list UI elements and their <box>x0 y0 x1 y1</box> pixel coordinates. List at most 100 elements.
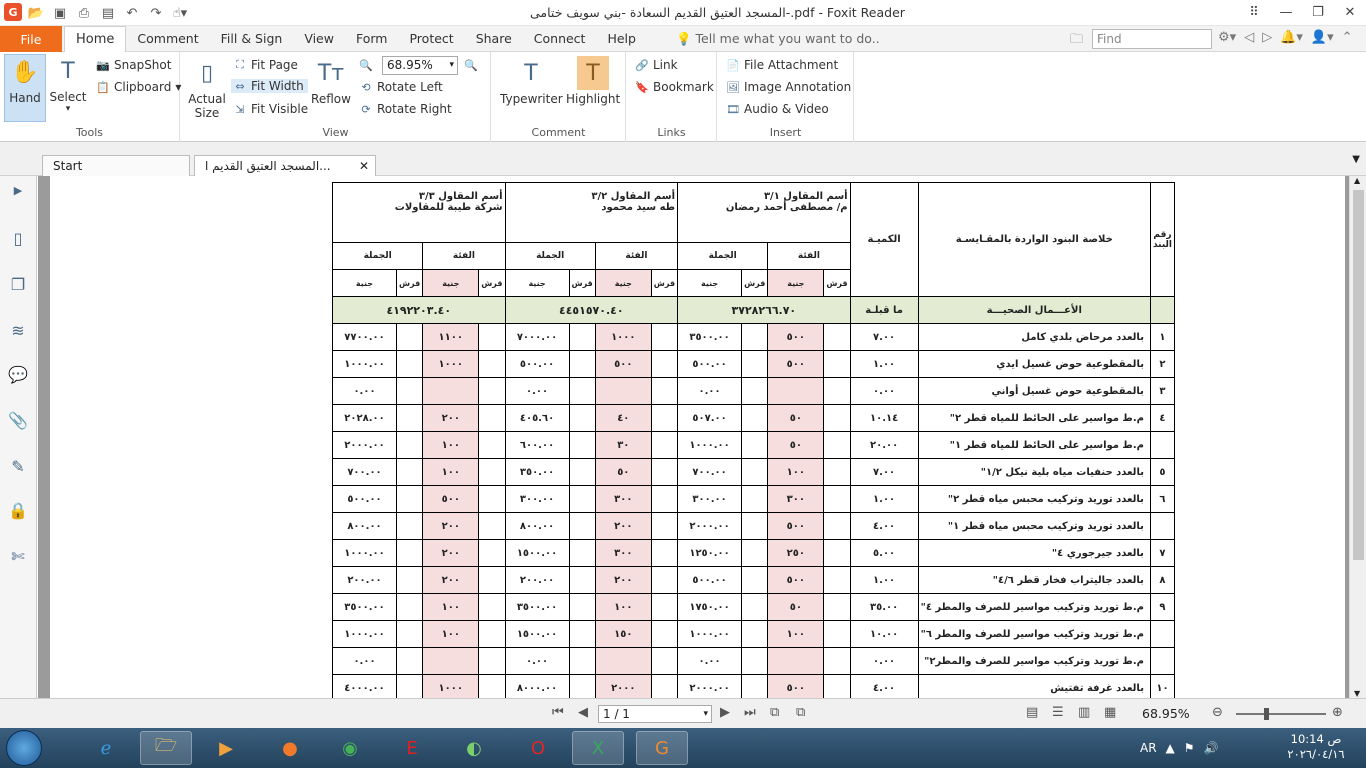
pages-icon[interactable]: ❐ <box>8 274 28 294</box>
file-attachment-button[interactable]: 📄 File Attachment <box>726 58 838 72</box>
zoom-select[interactable]: 68.95% ▾ <box>382 56 458 75</box>
network-icon[interactable]: ⚑ <box>1184 741 1195 755</box>
link-button[interactable]: 🔗 Link <box>635 58 677 72</box>
fit-page-button[interactable]: ⛶ Fit Page <box>233 58 298 72</box>
open-icon[interactable]: 📂 <box>26 3 46 23</box>
typewriter-button[interactable]: T Typewriter <box>500 56 563 116</box>
highlight-button[interactable]: T Highlight <box>566 56 620 116</box>
tab-fill-sign[interactable]: Fill & Sign <box>210 26 294 52</box>
audio-video-button[interactable]: 🎞 Audio & Video <box>726 102 829 116</box>
volume-icon[interactable]: 🔊 <box>1204 741 1219 755</box>
tab-help[interactable]: Help <box>596 26 647 52</box>
tab-home[interactable]: Home <box>64 26 127 53</box>
tab-share[interactable]: Share <box>465 26 523 52</box>
maximize-button[interactable]: ❐ <box>1302 0 1334 24</box>
previous-view-icon[interactable]: ⧉ <box>770 705 779 720</box>
fit-visible-button[interactable]: ⇲ Fit Visible <box>233 102 308 116</box>
close-tab-icon[interactable]: ✕ <box>359 156 369 176</box>
next-view-icon[interactable]: ⧉ <box>796 705 805 720</box>
print-icon[interactable]: ⎙ <box>74 3 94 23</box>
first-page-icon[interactable]: ⏮ <box>552 705 564 720</box>
zoom-in-button[interactable]: 🔍 <box>464 58 478 72</box>
signatures-icon[interactable]: ✎ <box>8 456 28 476</box>
language-indicator[interactable]: AR <box>1140 741 1157 755</box>
grid-icon[interactable]: ⠿ <box>1238 0 1270 24</box>
hand-dropdown-icon[interactable]: ☝▾ <box>170 3 190 23</box>
user-icon[interactable]: 👤▾ <box>1311 30 1334 45</box>
internet-explorer-icon[interactable]: ℯ <box>80 731 132 765</box>
tab-list-chevron-icon[interactable]: ▼ <box>1352 154 1360 165</box>
find-input[interactable]: Find <box>1092 29 1212 49</box>
opera-icon[interactable]: O <box>512 731 564 765</box>
settings-icon[interactable]: ⚙▾ <box>1218 30 1236 45</box>
tab-connect[interactable]: Connect <box>523 26 597 52</box>
tab-protect[interactable]: Protect <box>398 26 464 52</box>
tab-form[interactable]: Form <box>345 26 399 52</box>
tab-start[interactable]: Start <box>42 155 190 176</box>
select-button[interactable]: T Select ▾ <box>48 54 88 122</box>
page-number-input[interactable]: 1 / 1 ▾ <box>598 705 712 723</box>
rotate-left-button[interactable]: ⟲ Rotate Left <box>359 80 442 94</box>
tab-comment[interactable]: Comment <box>126 26 209 52</box>
minimize-button[interactable]: — <box>1270 0 1302 24</box>
bookmarks-icon[interactable]: ▯ <box>8 228 28 248</box>
security-lock-icon[interactable]: 🔒 <box>8 500 28 520</box>
chrome-icon[interactable]: ◉ <box>324 731 376 765</box>
document-view[interactable]: أسم المقاول ٣/٣ شركة طيبة للمقاولات أسم … <box>38 176 1349 698</box>
bookmark-button[interactable]: 🔖 Bookmark <box>635 80 714 94</box>
prev-result-icon[interactable]: ◁ <box>1244 30 1254 45</box>
reflow-button[interactable]: Tт Reflow <box>311 56 351 126</box>
close-button[interactable]: ✕ <box>1334 0 1366 24</box>
image-annotation-button[interactable]: 🖼 Image Annotation <box>726 80 851 94</box>
zoom-slider-thumb[interactable] <box>1264 708 1269 720</box>
properties-icon[interactable]: ▤ <box>98 3 118 23</box>
globe-app-icon[interactable]: ◐ <box>448 731 500 765</box>
bell-icon[interactable]: 🔔▾ <box>1280 30 1303 45</box>
expand-panel-icon[interactable]: ▶ <box>8 180 28 200</box>
clock[interactable]: 10:14 ص ٢٠٢٦/٠٤/١٦ <box>1286 732 1346 762</box>
file-tab[interactable]: File <box>0 26 62 52</box>
tab-view[interactable]: View <box>293 26 345 52</box>
attachments-icon[interactable]: 📎 <box>8 410 28 430</box>
scroll-up-icon[interactable]: ▲ <box>1354 176 1360 185</box>
next-result-icon[interactable]: ▷ <box>1262 30 1272 45</box>
single-page-icon[interactable]: ▤ <box>1026 705 1038 720</box>
layers-icon[interactable]: ≋ <box>8 320 28 340</box>
continuous-icon[interactable]: ☰ <box>1052 705 1064 720</box>
tray-arrow-icon[interactable]: ▲ <box>1166 741 1175 755</box>
fit-width-button[interactable]: ⇔ Fit Width <box>231 79 308 93</box>
snapshot-button[interactable]: 📷 SnapShot <box>96 58 171 72</box>
comments-icon[interactable]: 💬 <box>8 364 28 384</box>
tools-icon[interactable]: ✄ <box>8 546 28 566</box>
tell-me-search[interactable]: 💡 Tell me what you want to do.. <box>676 26 880 52</box>
scroll-down-icon[interactable]: ▼ <box>1354 689 1360 698</box>
clipboard-button[interactable]: 📋 Clipboard ▾ <box>96 80 181 94</box>
folder-search-icon[interactable]: 🗀 <box>1070 30 1083 52</box>
undo-icon[interactable]: ↶ <box>122 3 142 23</box>
excel-icon[interactable]: X <box>572 731 624 765</box>
next-page-icon[interactable]: ▶ <box>720 705 730 720</box>
last-page-icon[interactable]: ⏭ <box>744 705 756 720</box>
facing-icon[interactable]: ▥ <box>1078 705 1090 720</box>
redo-icon[interactable]: ↷ <box>146 3 166 23</box>
zoom-out-button[interactable]: 🔍 <box>359 58 373 72</box>
file-explorer-icon[interactable]: 🗁 <box>140 731 192 765</box>
tab-document[interactable]: المسجد العتيق القديم ا... ✕ <box>194 155 376 176</box>
zoom-in-circle-icon[interactable]: ⊕ <box>1332 705 1343 720</box>
vertical-scrollbar[interactable]: ▲ ▼ <box>1349 176 1366 698</box>
zoom-out-circle-icon[interactable]: ⊖ <box>1212 705 1223 720</box>
firefox-icon[interactable]: ● <box>264 731 316 765</box>
continuous-facing-icon[interactable]: ▦ <box>1104 705 1116 720</box>
rotate-right-button[interactable]: ⟳ Rotate Right <box>359 102 451 116</box>
media-player-icon[interactable]: ▶ <box>200 731 252 765</box>
hand-button[interactable]: ✋ Hand <box>4 54 46 122</box>
scroll-thumb[interactable] <box>1353 190 1364 560</box>
collapse-ribbon-icon[interactable]: ⌃ <box>1342 30 1353 45</box>
foxit-reader-icon[interactable]: G <box>636 731 688 765</box>
prev-page-icon[interactable]: ◀ <box>578 705 588 720</box>
save-icon[interactable]: ▣ <box>50 3 70 23</box>
zoom-slider[interactable] <box>1236 713 1326 715</box>
app-e-icon[interactable]: E <box>386 731 438 765</box>
actual-size-button[interactable]: ▯ Actual Size <box>187 56 227 126</box>
start-button[interactable] <box>6 730 42 766</box>
